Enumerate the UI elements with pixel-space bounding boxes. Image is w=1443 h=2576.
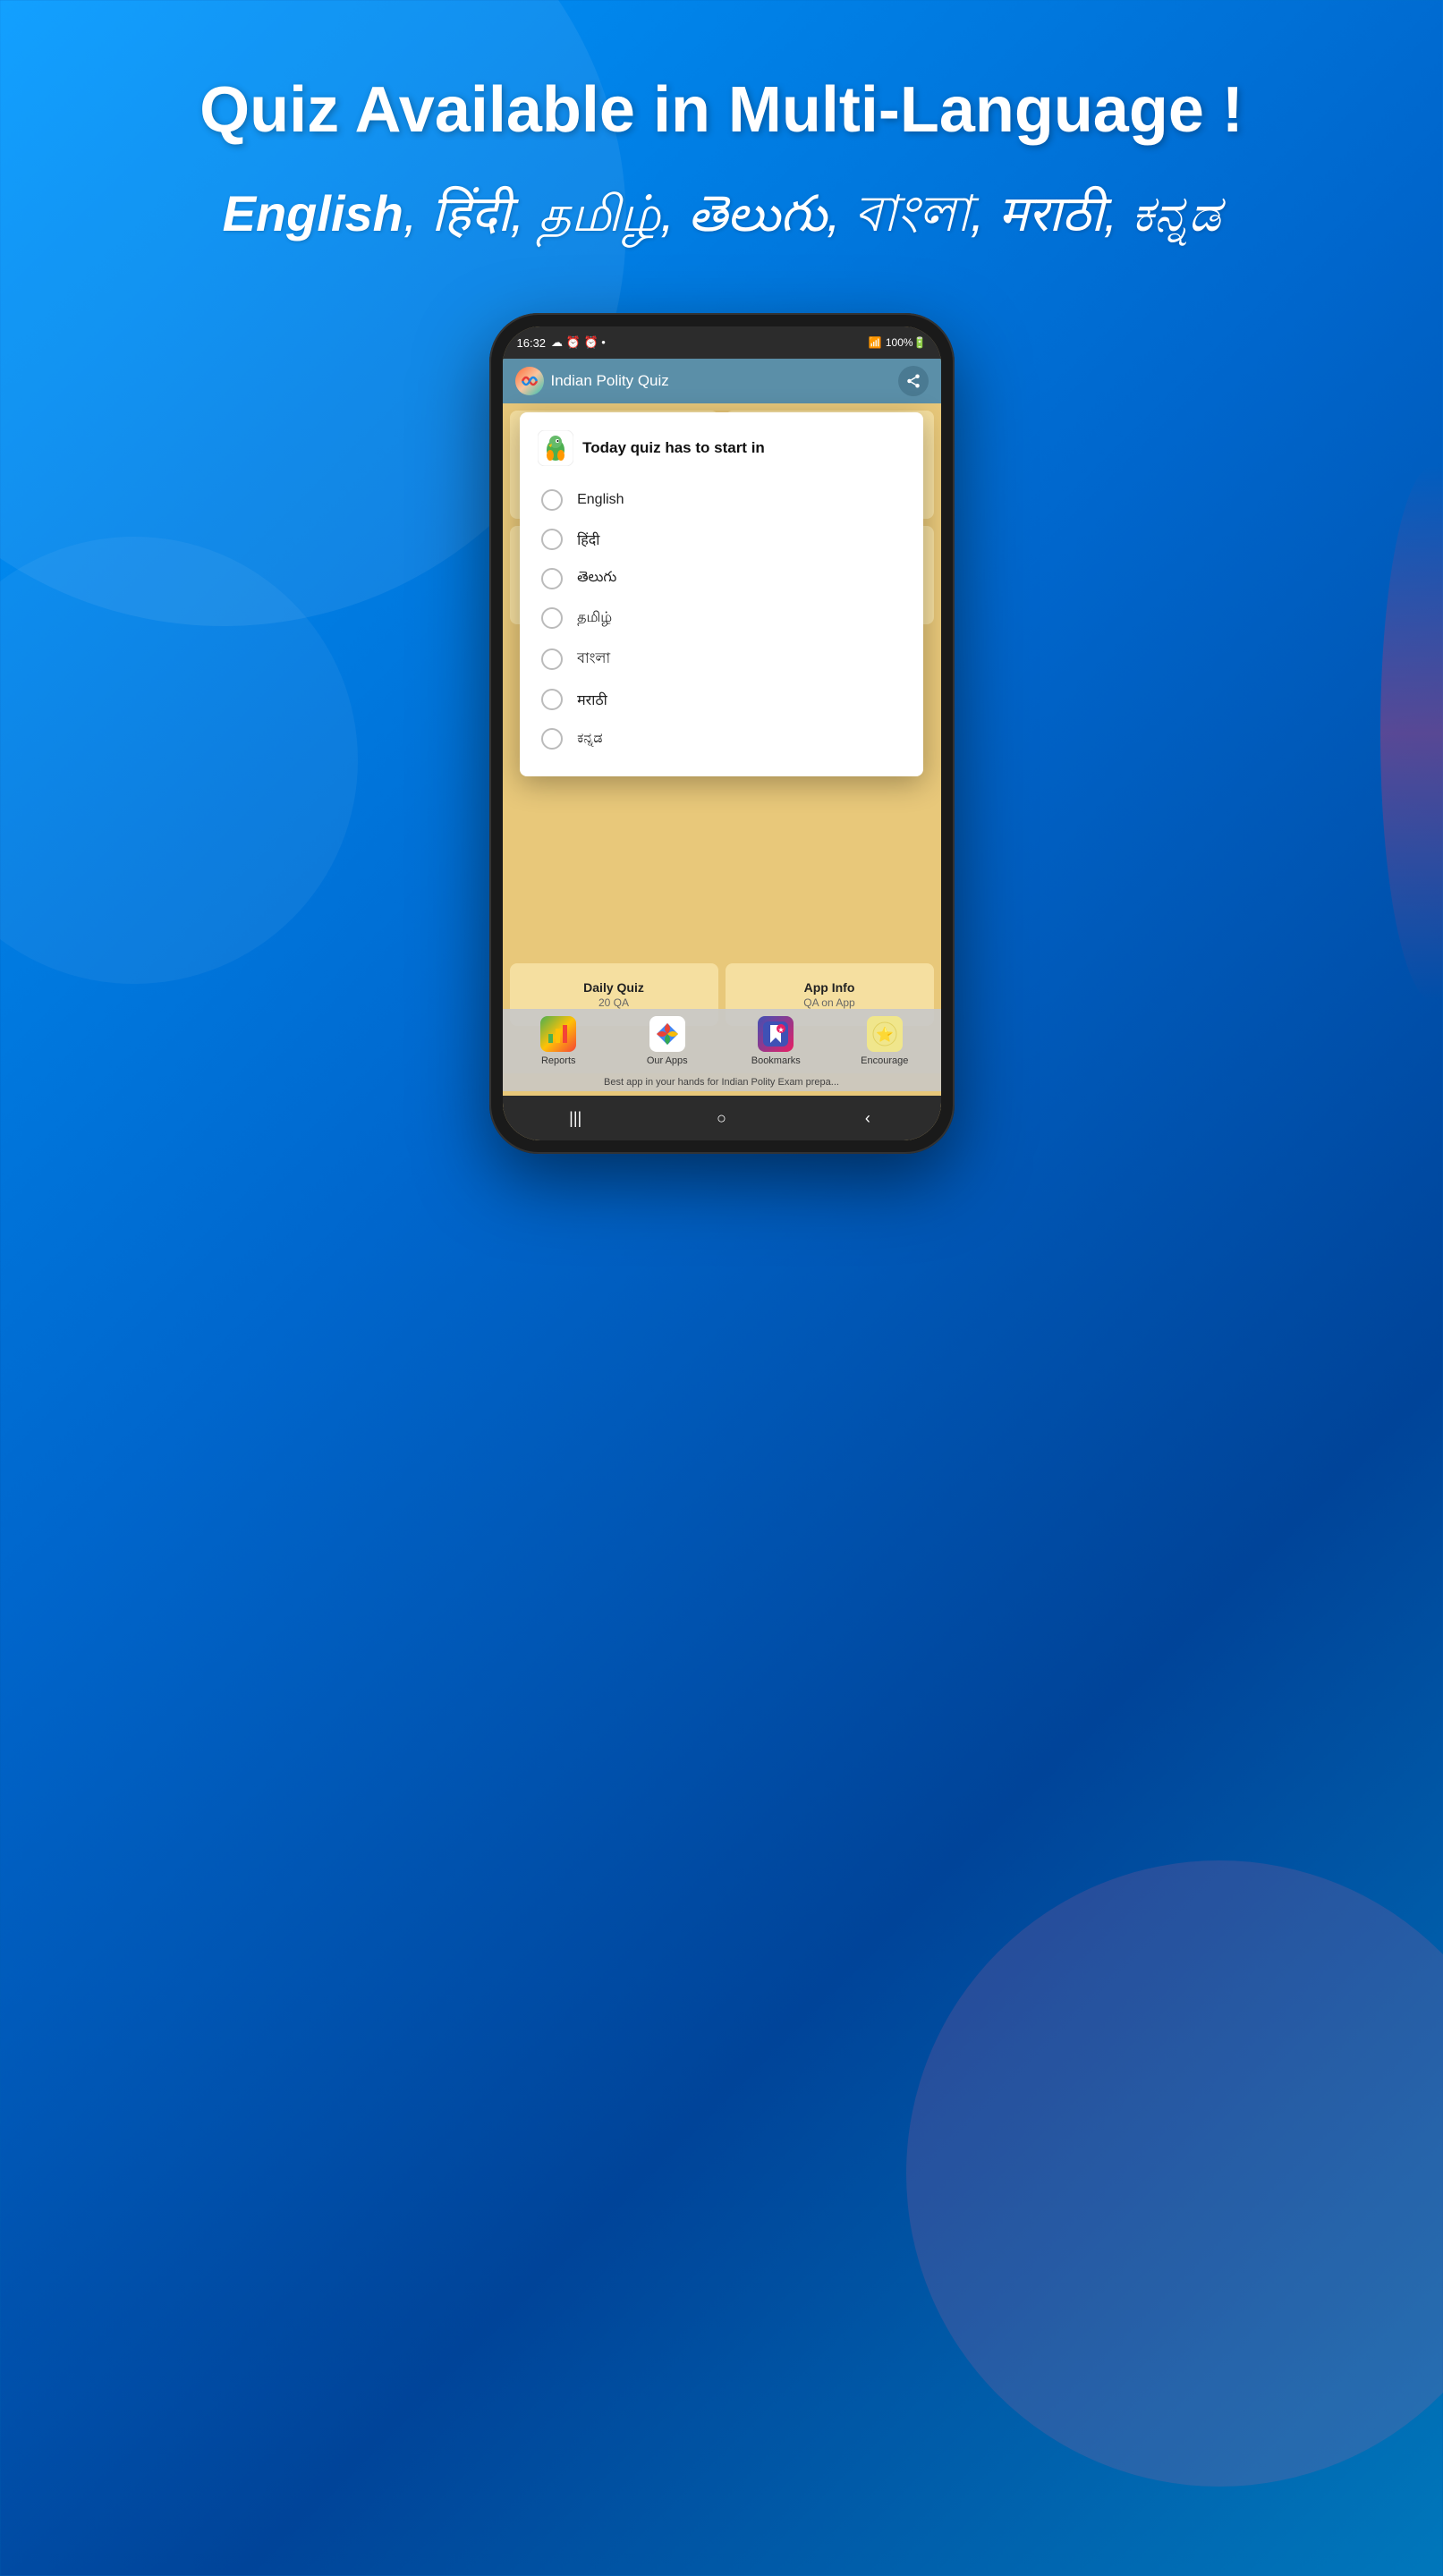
app-title: Indian Polity Quiz (551, 372, 669, 390)
header-section: Quiz Available in Multi-Language ! Engli… (0, 0, 1443, 259)
our-apps-label: Our Apps (647, 1055, 688, 1066)
status-left: 16:32 ☁ ⏰ ⏰ • (517, 335, 606, 350)
home-button[interactable]: ○ (705, 1102, 737, 1134)
phone-screen: 16:32 ☁ ⏰ ⏰ • 📶 100%🔋 (503, 326, 941, 1140)
status-bar: 16:32 ☁ ⏰ ⏰ • 📶 100%🔋 (503, 326, 941, 359)
phone-mockup: 16:32 ☁ ⏰ ⏰ • 📶 100%🔋 (0, 313, 1443, 1154)
encourage-label: Encourage (861, 1055, 908, 1066)
radio-tamil-circle[interactable] (541, 607, 563, 629)
back-button[interactable]: ‹ (852, 1102, 884, 1134)
radio-bengali-circle[interactable] (541, 648, 563, 670)
language-dialog: Today quiz has to start in English हिंदी… (520, 412, 923, 776)
dialog-header: Today quiz has to start in (538, 430, 905, 466)
radio-telugu-label: తెలుగు (577, 569, 616, 589)
radio-kannada-label: ಕನ್ನಡ (577, 731, 602, 747)
radio-telugu[interactable]: తెలుగు (538, 559, 905, 598)
radio-english[interactable]: English (538, 480, 905, 520)
app-bar: Indian Polity Quiz (503, 359, 941, 403)
reports-label: Reports (541, 1055, 576, 1066)
radio-hindi-circle[interactable] (541, 529, 563, 550)
share-button[interactable] (898, 366, 929, 396)
dialog-title: Today quiz has to start in (582, 439, 765, 457)
app-logo (515, 367, 544, 395)
radio-english-circle[interactable] (541, 489, 563, 511)
app-bar-left: Indian Polity Quiz (515, 367, 669, 395)
english-text: English (223, 185, 403, 242)
promo-banner: Best app in your hands for Indian Polity… (503, 1073, 941, 1091)
language-subtitle: English, हिंदी, தமிழ், తెలుగు, বাংলা, मर… (0, 175, 1443, 259)
radio-tamil-label: தமிழ் (577, 609, 612, 627)
phone-frame: 16:32 ☁ ⏰ ⏰ • 📶 100%🔋 (489, 313, 955, 1154)
wifi-icon: 📶 (869, 336, 882, 349)
radio-hindi-label: हिंदी (577, 530, 599, 549)
decorative-glow (1380, 465, 1443, 1002)
dialog-overlay: Today quiz has to start in English हिंदी… (503, 403, 941, 1033)
battery-text: 100%🔋 (886, 336, 927, 349)
radio-bengali[interactable]: বাংলা (538, 638, 905, 680)
status-time: 16:32 (517, 336, 547, 350)
system-nav-bar: ||| ○ ‹ (503, 1096, 941, 1140)
status-icons: ☁ ⏰ ⏰ • (551, 335, 606, 350)
radio-telugu-circle[interactable] (541, 568, 563, 589)
radio-marathi[interactable]: मराठी (538, 680, 905, 719)
status-right: 📶 100%🔋 (869, 336, 927, 349)
radio-hindi[interactable]: हिंदी (538, 520, 905, 559)
radio-marathi-circle[interactable] (541, 689, 563, 710)
other-languages: , हिंदी, தமிழ், తెలుగు, বাংলা, मराठी, ಕನ… (403, 185, 1221, 242)
radio-marathi-label: मराठी (577, 690, 607, 709)
main-title: Quiz Available in Multi-Language ! (0, 72, 1443, 148)
back-stack-button[interactable]: ||| (559, 1102, 591, 1134)
radio-kannada[interactable]: ಕನ್ನಡ (538, 719, 905, 758)
radio-tamil[interactable]: தமிழ் (538, 598, 905, 638)
radio-english-label: English (577, 492, 624, 508)
radio-bengali-label: বাংলা (577, 647, 610, 671)
bookmarks-label: Bookmarks (751, 1055, 801, 1066)
dialog-logo (538, 430, 573, 466)
radio-kannada-circle[interactable] (541, 728, 563, 750)
